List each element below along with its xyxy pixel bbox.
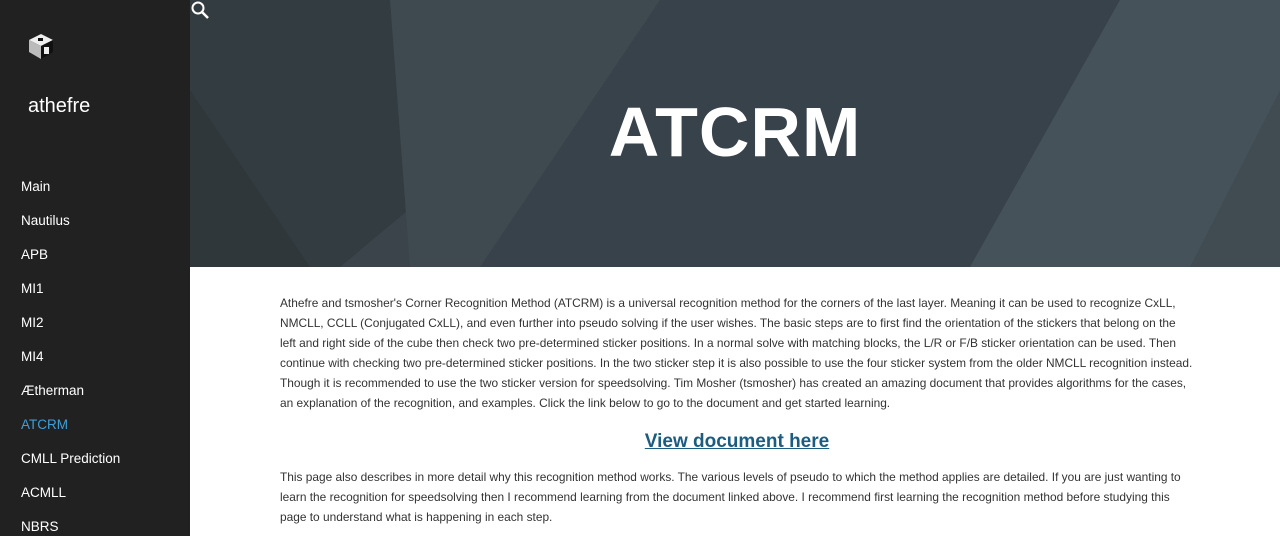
view-document-link[interactable]: View document here [645, 431, 829, 452]
page-title: ATCRM [608, 93, 862, 171]
nav-item-acmll[interactable]: ACMLL [0, 482, 190, 516]
nav-item-aetherman[interactable]: Ætherman [0, 380, 190, 414]
nav-item-cmll-prediction[interactable]: CMLL Prediction [0, 448, 190, 482]
sidebar: athefre Main Nautilus APB MI1 MI2 MI4 Æt… [0, 0, 190, 536]
nav-item-nautilus[interactable]: Nautilus [0, 210, 190, 244]
details-paragraph: This page also describes in more detail … [280, 470, 1181, 524]
nav-item-mi4[interactable]: MI4 [0, 346, 190, 380]
nav-item-main[interactable]: Main [0, 176, 190, 210]
cube-logo-icon[interactable] [27, 32, 55, 60]
nav-item-apb[interactable]: APB [0, 244, 190, 278]
nav-item-mi1[interactable]: MI1 [0, 278, 190, 312]
nav-item-mi2[interactable]: MI2 [0, 312, 190, 346]
nav-item-nbrs[interactable]: NBRS [0, 516, 190, 550]
sidebar-nav: Main Nautilus APB MI1 MI2 MI4 Ætherman A… [0, 176, 190, 550]
search-icon[interactable] [190, 0, 210, 20]
site-title[interactable]: athefre [28, 95, 90, 118]
document-link-container: View document here [280, 427, 1194, 457]
intro-paragraph: Athefre and tsmosher's Corner Recognitio… [280, 296, 1193, 410]
hero-banner: ATCRM [190, 0, 1280, 267]
main-content: Athefre and tsmosher's Corner Recognitio… [280, 293, 1194, 527]
nav-item-atcrm[interactable]: ATCRM [0, 414, 190, 448]
